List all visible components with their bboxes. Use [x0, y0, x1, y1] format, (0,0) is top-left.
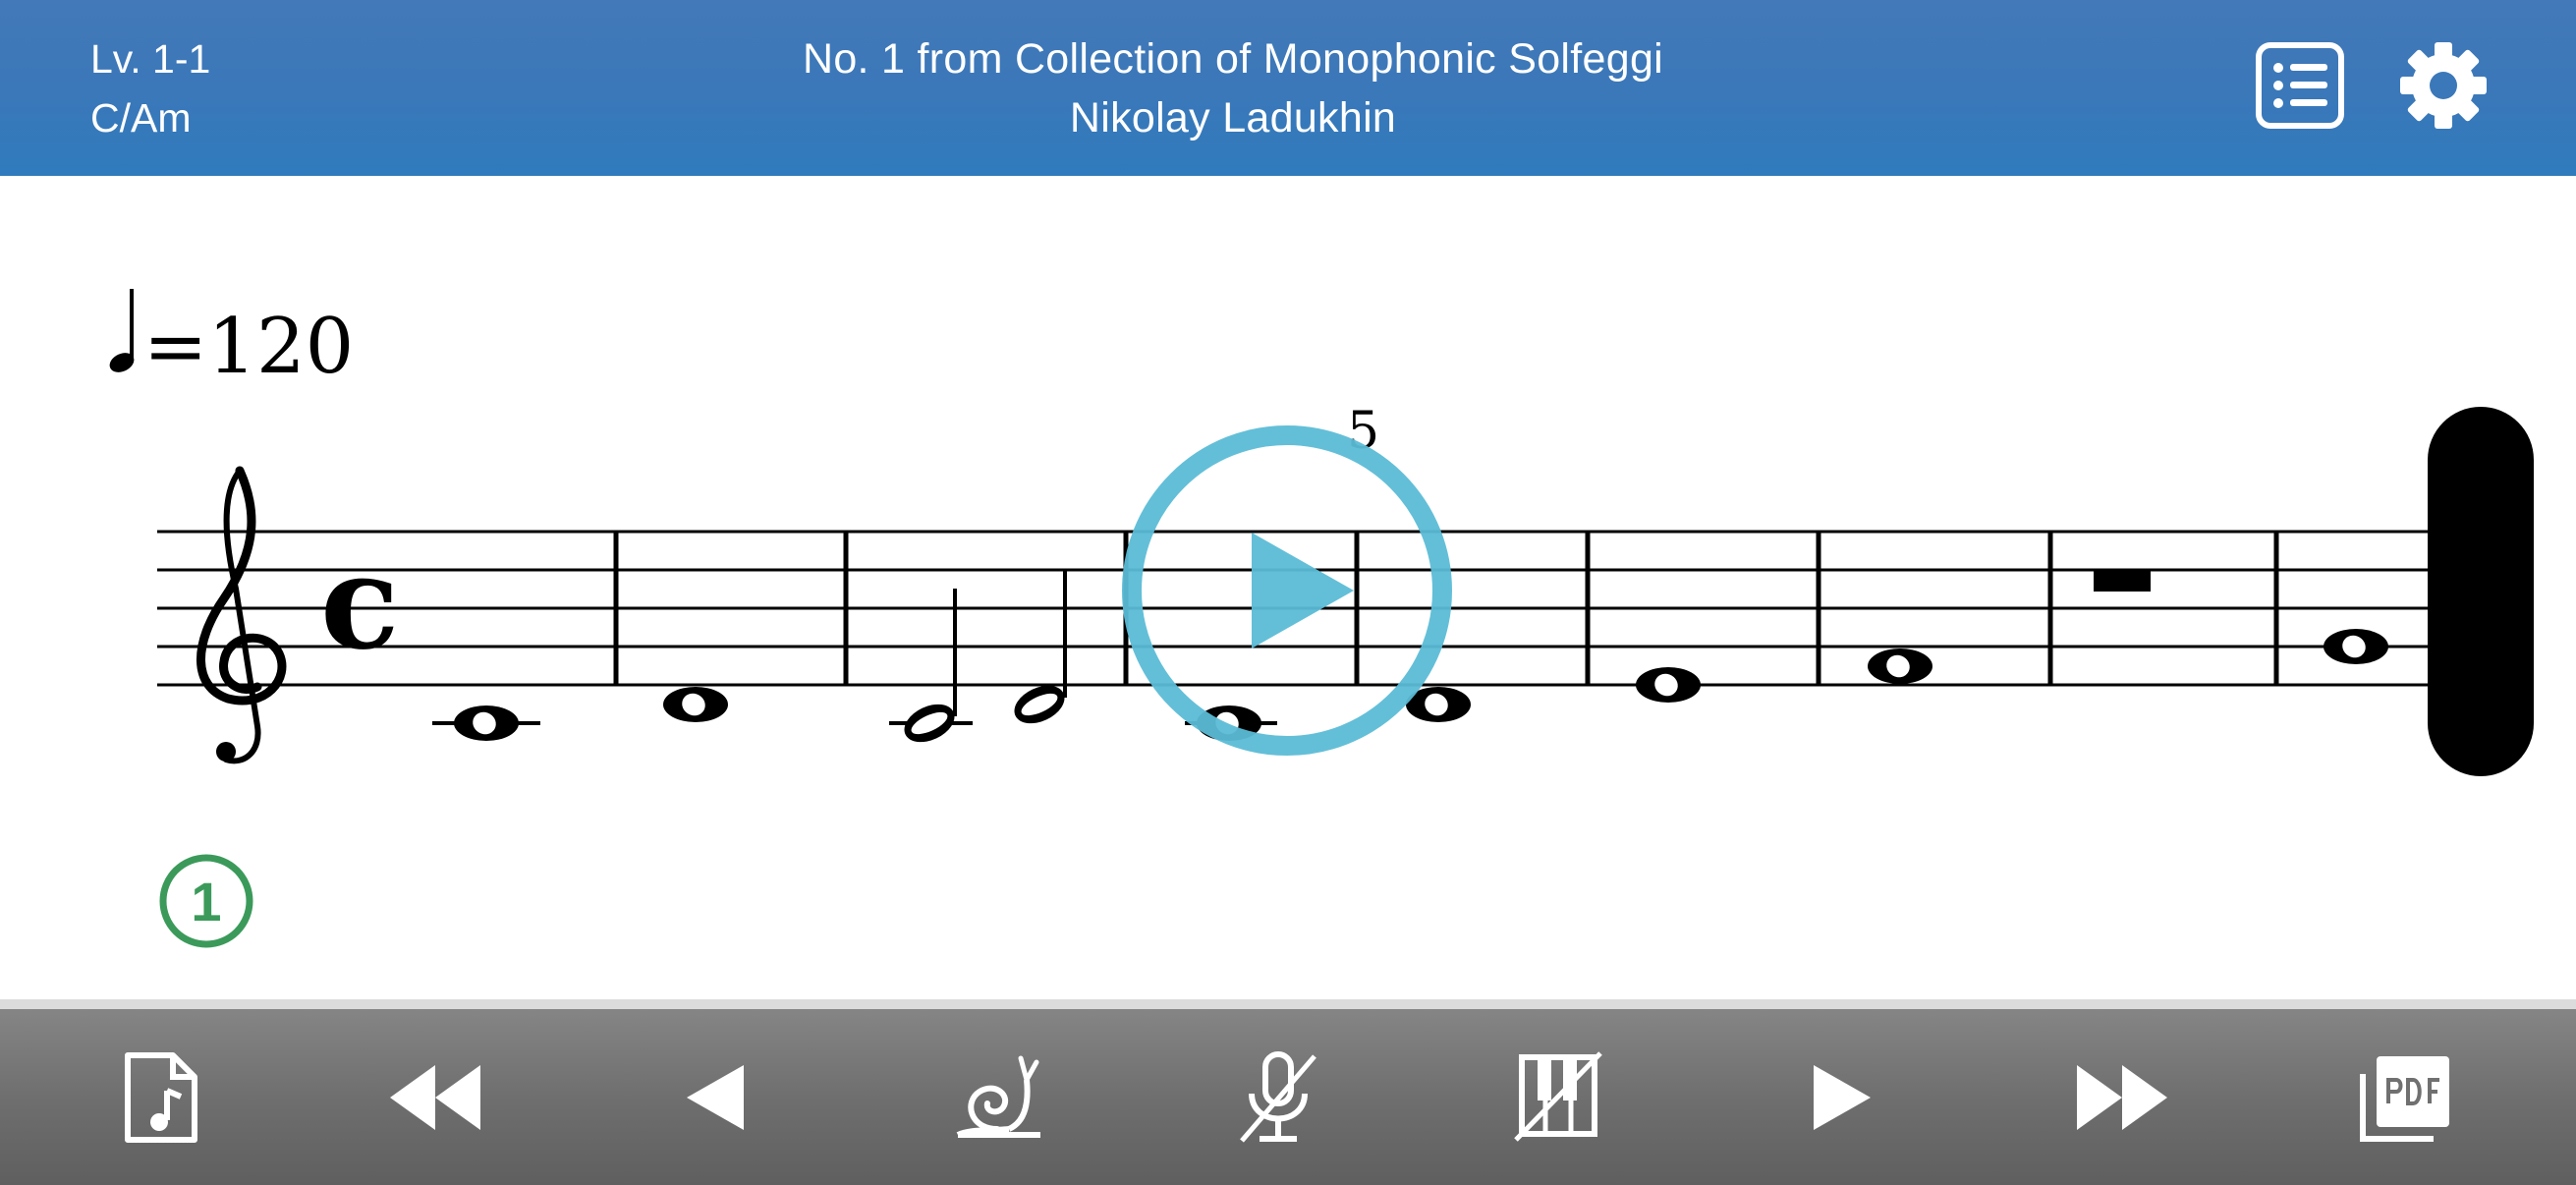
gear-icon — [2400, 42, 2487, 129]
exercise-badge-number: 1 — [191, 871, 221, 932]
whole-note — [663, 687, 728, 722]
pdf-export-icon — [2360, 1056, 2449, 1142]
piano-off-button[interactable] — [1494, 1039, 1622, 1157]
previous-icon — [687, 1065, 744, 1130]
play-overlay-button[interactable] — [1122, 425, 1452, 756]
play-icon — [1252, 533, 1354, 649]
level-label: Lv. 1-1 — [90, 36, 211, 82]
notes — [432, 570, 2388, 743]
piece-info: No. 1 from Collection of Monophonic Solf… — [644, 29, 1822, 147]
previous-button[interactable] — [651, 1039, 779, 1157]
whole-rest — [2094, 570, 2151, 592]
quarter-note-icon — [109, 289, 135, 372]
time-signature: c — [320, 527, 399, 679]
half-note — [1014, 570, 1067, 724]
pdf-export-button[interactable] — [2342, 1039, 2470, 1157]
list-menu-icon — [2256, 42, 2344, 129]
top-header: Lv. 1-1 C/Am No. 1 from Collection of Mo… — [0, 0, 2576, 176]
piano-off-icon — [1514, 1051, 1602, 1142]
whole-note — [432, 705, 540, 741]
tempo-value: =120 — [143, 303, 354, 391]
bottom-toolbar — [0, 1009, 2576, 1185]
whole-note — [1868, 649, 1932, 684]
microphone-off-icon — [1240, 1051, 1316, 1143]
score-area[interactable]: =120 c 5 1 — [0, 176, 2576, 999]
toolbar-divider — [0, 999, 2576, 1009]
tempo-marking: =120 — [109, 289, 354, 391]
music-file-icon — [125, 1052, 197, 1143]
rewind-button[interactable] — [371, 1039, 499, 1157]
exercise-badge: 1 — [159, 854, 253, 948]
microphone-off-button[interactable] — [1214, 1039, 1342, 1157]
next-icon — [1814, 1065, 1871, 1130]
music-file-button[interactable] — [97, 1039, 225, 1157]
piece-title: No. 1 from Collection of Monophonic Solf… — [802, 35, 1664, 83]
composer-name: Nikolay Ladukhin — [1069, 94, 1397, 141]
next-button[interactable] — [1778, 1039, 1906, 1157]
fast-forward-button[interactable] — [2058, 1039, 2186, 1157]
list-menu-button[interactable] — [2250, 35, 2350, 136]
key-label: C/Am — [90, 95, 192, 141]
settings-button[interactable] — [2393, 35, 2493, 136]
snail-slow-icon — [956, 1055, 1040, 1138]
half-note — [889, 589, 973, 743]
fast-forward-icon — [2077, 1065, 2167, 1130]
level-info: Lv. 1-1 C/Am — [90, 29, 210, 147]
whole-note — [1636, 667, 1701, 703]
scroll-handle[interactable] — [2428, 407, 2534, 776]
whole-note — [2324, 629, 2388, 664]
slow-tempo-button[interactable] — [933, 1039, 1061, 1157]
rewind-icon — [390, 1065, 480, 1130]
treble-clef-icon — [196, 466, 287, 764]
